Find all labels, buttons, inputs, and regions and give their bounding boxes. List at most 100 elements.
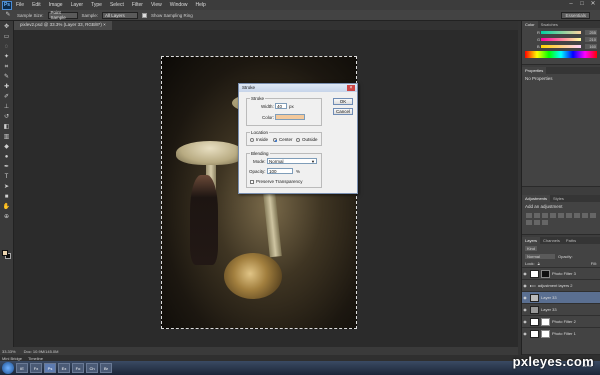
chrome-icon[interactable]: Ch — [86, 363, 98, 373]
location-inside-radio[interactable] — [250, 138, 254, 142]
location-outside-radio[interactable] — [296, 138, 300, 142]
crop-tool-icon[interactable]: ⌗ — [2, 63, 12, 71]
pen-tool-icon[interactable]: ✒ — [2, 163, 12, 171]
stroke-color-swatch[interactable] — [275, 114, 305, 120]
ok-button[interactable]: OK — [333, 98, 353, 105]
red-value[interactable]: 255 — [585, 30, 597, 35]
brush-tool-icon[interactable]: ✐ — [2, 93, 12, 101]
gradient-tool-icon[interactable]: ▥ — [2, 133, 12, 141]
layer-name[interactable]: Layer 33 — [541, 307, 557, 312]
move-tool-icon[interactable]: ✥ — [2, 23, 12, 31]
menu-view[interactable]: View — [147, 2, 166, 8]
blue-track[interactable] — [541, 45, 581, 48]
eyedropper-tool-icon[interactable]: ✎ — [2, 73, 12, 81]
visibility-eye-icon[interactable]: ◉ — [522, 331, 528, 336]
layer-name[interactable]: Photo Filter 3 — [552, 271, 576, 276]
visibility-eye-icon[interactable]: ◉ — [522, 319, 528, 324]
opacity-input[interactable]: 100 — [267, 168, 293, 174]
blend-mode-select[interactable]: Normal — [525, 254, 555, 259]
close-icon[interactable]: ✕ — [589, 1, 597, 8]
eraser-tool-icon[interactable]: ◧ — [2, 123, 12, 131]
sample-select[interactable]: All Layers — [102, 11, 139, 19]
minimize-icon[interactable]: – — [567, 1, 575, 8]
preserve-transparency-checkbox[interactable] — [250, 180, 254, 184]
document-tab[interactable]: pixlev2.psd @ 33.3% (Layer 33, RGB/8*) × — [14, 21, 112, 30]
cancel-button[interactable]: Cancel — [333, 108, 353, 115]
black-white-icon[interactable] — [582, 213, 588, 218]
menu-filter[interactable]: Filter — [128, 2, 147, 8]
layer-name[interactable]: adjustment layers 2 — [538, 283, 573, 288]
layer-name[interactable]: Photo Filter 1 — [552, 331, 576, 336]
tab-styles[interactable]: Styles — [550, 195, 567, 202]
menu-image[interactable]: Image — [45, 2, 67, 8]
mode-select[interactable]: Normal ▼ — [267, 158, 317, 164]
tab-properties[interactable]: Properties — [522, 67, 547, 74]
stamp-tool-icon[interactable]: ⊥ — [2, 103, 12, 111]
start-button-icon[interactable] — [2, 362, 14, 374]
layer-name[interactable]: Photo Filter 2 — [552, 319, 576, 324]
color-spectrum[interactable] — [525, 51, 597, 58]
green-track[interactable] — [541, 38, 581, 41]
tab-color[interactable]: Color — [522, 21, 538, 28]
layer-row[interactable]: ◉ Photo Filter 2 — [522, 315, 600, 327]
invert-icon[interactable] — [534, 220, 540, 225]
eyedropper-icon[interactable]: ✎ — [3, 11, 13, 19]
menu-type[interactable]: Type — [87, 2, 106, 8]
folder-icon[interactable]: Fo — [72, 363, 84, 373]
sample-size-select[interactable]: Point Sample — [47, 10, 78, 20]
layer-row[interactable]: ◉ Photo Filter 1 — [522, 327, 600, 339]
tab-channels[interactable]: Channels — [540, 237, 563, 244]
tab-mini-bridge[interactable]: Mini Bridge — [2, 356, 22, 361]
lock-icon[interactable]: 🔒︎ — [538, 261, 540, 266]
layer-row-selected[interactable]: ◉ Layer 33 — [522, 291, 600, 303]
menu-file[interactable]: File — [12, 2, 28, 8]
visibility-eye-icon[interactable]: ◉ — [522, 295, 528, 300]
healing-tool-icon[interactable]: ✚ — [2, 83, 12, 91]
shape-tool-icon[interactable]: ■ — [2, 193, 12, 201]
brightness-icon[interactable] — [526, 213, 532, 218]
photoshop-icon[interactable]: Ps — [44, 363, 56, 373]
menu-layer[interactable]: Layer — [67, 2, 88, 8]
visibility-eye-icon[interactable]: ◉ — [522, 307, 528, 312]
layer-group-row[interactable]: ◉ ▸▭ adjustment layers 2 — [522, 279, 600, 291]
maximize-icon[interactable]: □ — [578, 1, 586, 8]
dialog-close-icon[interactable]: × — [347, 85, 355, 91]
menu-help[interactable]: Help — [192, 2, 210, 8]
red-track[interactable] — [541, 31, 581, 34]
width-input[interactable]: 40 — [275, 103, 287, 109]
foreground-color-swatch[interactable] — [2, 250, 8, 256]
red-slider[interactable]: R 255 — [525, 30, 597, 35]
blur-tool-icon[interactable]: ◆ — [2, 143, 12, 151]
zoom-level[interactable]: 33.33% — [2, 349, 16, 354]
tab-adjustments[interactable]: Adjustments — [522, 195, 551, 202]
zoom-tool-icon[interactable]: ⊕ — [2, 213, 12, 221]
kind-filter[interactable]: Kind — [525, 246, 538, 251]
firefox-icon[interactable]: Fx — [30, 363, 42, 373]
green-value[interactable]: 210 — [585, 37, 597, 42]
curves-icon[interactable] — [542, 213, 548, 218]
marquee-tool-icon[interactable]: ▭ — [2, 33, 12, 41]
levels-icon[interactable] — [534, 213, 540, 218]
show-ring-checkbox[interactable] — [142, 12, 148, 18]
quick-select-tool-icon[interactable]: ✦ — [2, 53, 12, 61]
photo-filter-icon[interactable] — [590, 213, 596, 218]
dodge-tool-icon[interactable]: ● — [2, 153, 12, 161]
ie-icon[interactable]: IE — [16, 363, 28, 373]
visibility-eye-icon[interactable]: ◉ — [522, 271, 528, 276]
exposure-icon[interactable] — [550, 213, 556, 218]
color-balance-icon[interactable] — [574, 213, 580, 218]
gradient-map-icon[interactable] — [542, 220, 548, 225]
menu-edit[interactable]: Edit — [28, 2, 45, 8]
channel-mixer-icon[interactable] — [526, 220, 532, 225]
blue-slider[interactable]: B 160 — [525, 44, 597, 49]
hue-saturation-icon[interactable] — [566, 213, 572, 218]
layer-row[interactable]: ◉ Photo Filter 3 — [522, 267, 600, 279]
menu-window[interactable]: Window — [166, 2, 192, 8]
tab-swatches[interactable]: Swatches — [538, 21, 561, 28]
lasso-tool-icon[interactable]: ◌ — [2, 43, 12, 51]
visibility-eye-icon[interactable]: ◉ — [522, 283, 528, 288]
tab-timeline[interactable]: Timeline — [28, 356, 43, 361]
menu-select[interactable]: Select — [106, 2, 128, 8]
vibrance-icon[interactable] — [558, 213, 564, 218]
tab-layers[interactable]: Layers — [522, 237, 541, 244]
